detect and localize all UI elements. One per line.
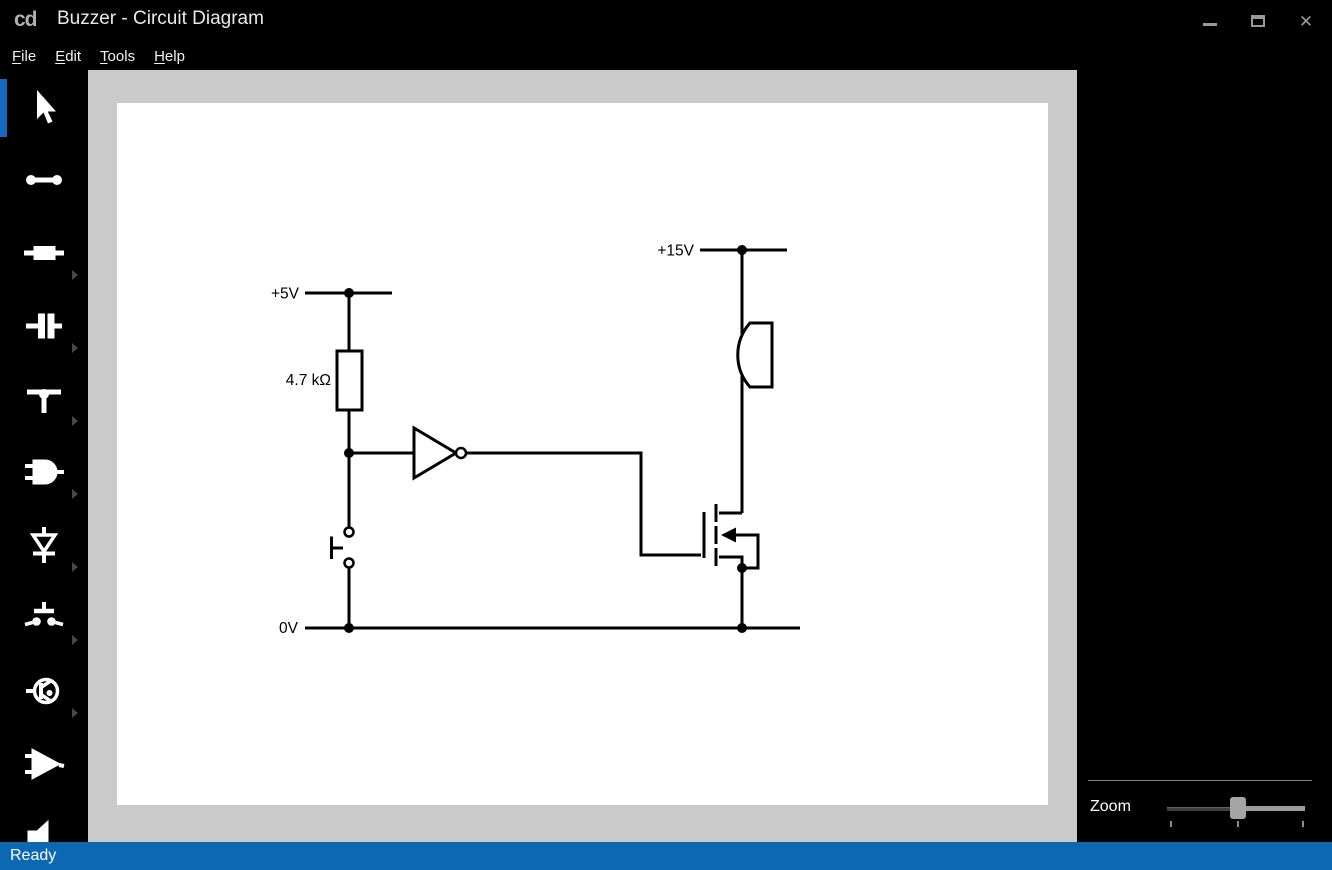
zoom-tick-mid [1237,821,1239,827]
speaker-tool-icon [22,815,66,843]
tool-push-button[interactable] [0,581,88,654]
rail-15v-label: +15V [657,243,694,260]
flyout-arrow-icon[interactable] [72,708,78,718]
flyout-arrow-icon[interactable] [72,635,78,645]
select-tool-icon [22,85,66,129]
flyout-arrow-icon[interactable] [72,562,78,572]
buzzer[interactable] [738,250,772,513]
transistor-tool-icon [22,669,66,713]
resistor[interactable]: 4.7 kΩ [286,293,362,453]
inverter-bubble [456,448,466,458]
mosfet[interactable] [704,504,758,628]
minimize-icon [1203,23,1217,26]
tool-resistor[interactable] [0,216,88,289]
tool-logic-gate[interactable] [0,435,88,508]
minimize-button[interactable] [1186,3,1234,39]
tool-power-rail[interactable] [0,362,88,435]
window-title: Buzzer - Circuit Diagram [57,8,264,30]
zoom-slider-track-left[interactable] [1167,807,1233,811]
flyout-arrow-icon[interactable] [72,343,78,353]
title-bar: cd Buzzer - Circuit Diagram ✕ [0,0,1332,42]
maximize-button[interactable] [1234,3,1282,39]
op-amp-tool-icon [22,742,66,786]
not-gate[interactable] [349,428,701,555]
close-icon: ✕ [1299,13,1313,30]
zoom-slider-thumb[interactable] [1230,797,1246,819]
main-area: +5V 4.7 kΩ [0,70,1332,842]
window-controls: ✕ [1186,0,1330,42]
tool-capacitor[interactable] [0,289,88,362]
tool-wire[interactable] [0,143,88,216]
canvas-area[interactable]: +5V 4.7 kΩ [88,70,1077,842]
zoom-tick-max [1302,821,1304,827]
zoom-slider-track-right[interactable] [1245,806,1305,811]
zoom-separator [1088,780,1312,781]
push-button-tool-icon [22,596,66,640]
wire-tool-icon [22,158,66,202]
rail-0v[interactable]: 0V [279,620,800,637]
menu-bar: File Edit Tools Help [0,42,1332,70]
tool-op-amp[interactable] [0,727,88,800]
flyout-arrow-icon[interactable] [72,416,78,426]
circuit-diagram: +5V 4.7 kΩ [88,70,1077,842]
component-toolbar [0,70,88,842]
tool-diode[interactable] [0,508,88,581]
app-window: cd Buzzer - Circuit Diagram ✕ File Edit … [0,0,1332,870]
maximize-icon [1251,15,1265,27]
gate-output-wire[interactable] [466,453,701,555]
close-button[interactable]: ✕ [1282,3,1330,39]
menu-edit[interactable]: Edit [55,48,81,65]
power-rail-15v[interactable]: +15V [657,243,787,260]
tool-select[interactable] [0,70,88,143]
power-rail-tool-icon [22,377,66,421]
menu-file[interactable]: File [12,48,36,65]
rail-0v-label: 0V [279,620,299,637]
power-rail-5v[interactable]: +5V [271,286,392,303]
diode-tool-icon [22,523,66,567]
push-button[interactable] [332,453,354,628]
tool-transistor[interactable] [0,654,88,727]
menu-tools[interactable]: Tools [100,48,135,65]
junction-dot [344,623,354,633]
right-panel: Zoom [1077,70,1332,842]
menu-help[interactable]: Help [154,48,185,65]
rail-5v-label: +5V [271,286,300,303]
capacitor-tool-icon [22,304,66,348]
zoom-tick-min [1170,821,1172,827]
tool-speaker[interactable] [0,800,88,842]
resistor-value-label: 4.7 kΩ [286,372,331,389]
zoom-label: Zoom [1090,798,1131,816]
flyout-arrow-icon[interactable] [72,270,78,280]
logic-gate-tool-icon [22,450,66,494]
resistor-tool-icon [22,231,66,275]
flyout-arrow-icon[interactable] [72,489,78,499]
status-text: Ready [10,842,56,869]
status-bar: Ready [0,842,1332,870]
app-logo-icon: cd [14,8,37,32]
